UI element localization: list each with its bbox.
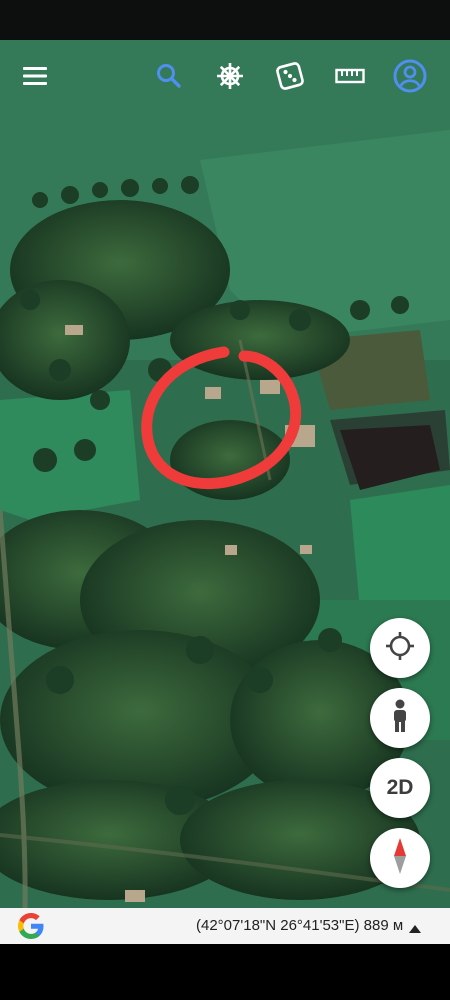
system-nav-bar — [0, 944, 450, 1000]
pegman-icon — [390, 699, 410, 738]
caret-up-icon[interactable] — [408, 921, 422, 933]
ruler-icon — [335, 68, 365, 84]
account-circle-icon — [393, 59, 427, 93]
bottom-info-bar: (42°07'18"N 26°41'53"E) 889 м — [0, 908, 450, 944]
view-mode-toggle[interactable]: 2D — [370, 758, 430, 818]
street-view-button[interactable] — [370, 688, 430, 748]
ship-wheel-icon — [215, 61, 245, 91]
my-location-button[interactable] — [370, 618, 430, 678]
compass-button[interactable] — [370, 828, 430, 888]
status-bar — [0, 0, 450, 40]
dice-icon — [275, 61, 305, 91]
search-icon — [156, 63, 182, 89]
measure-button[interactable] — [326, 52, 374, 100]
menu-button[interactable] — [11, 52, 59, 100]
feeling-lucky-button[interactable] — [266, 52, 314, 100]
view-mode-label: 2D — [386, 776, 414, 799]
top-toolbar — [0, 52, 450, 100]
compass-icon — [390, 836, 410, 881]
voyager-button[interactable] — [206, 52, 254, 100]
account-button[interactable] — [386, 52, 434, 100]
search-button[interactable] — [145, 52, 193, 100]
google-g-logo — [16, 911, 46, 941]
coordinates-readout: (42°07'18"N 26°41'53"E) 889 м — [196, 917, 404, 934]
my-location-icon — [385, 631, 415, 666]
menu-icon — [23, 66, 47, 86]
